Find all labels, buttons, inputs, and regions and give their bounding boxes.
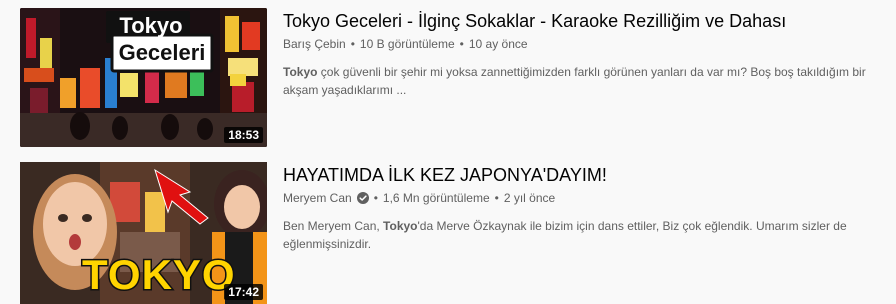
view-count: 1,6 Mn görüntüleme — [382, 191, 490, 205]
separator-dot: • — [373, 191, 378, 205]
description-highlight: Tokyo — [383, 219, 418, 233]
video-result[interactable]: Tokyo Geceleri 18:53 Tokyo Geceleri - İl… — [0, 8, 896, 150]
thumbnail-text-top: Tokyo — [119, 13, 183, 38]
video-title[interactable]: Tokyo Geceleri - İlginç Sokaklar - Karao… — [283, 8, 883, 34]
thumbnail-text: TOKYO — [81, 250, 237, 300]
video-info: HAYATIMDA İLK KEZ JAPONYA'DAYIM! Meryem … — [283, 162, 883, 253]
video-thumbnail[interactable]: Tokyo Geceleri 18:53 — [20, 8, 267, 147]
description-text: çok güvenli bir şehir mi yoksa zannettiğ… — [283, 65, 866, 97]
separator-dot: • — [350, 37, 355, 51]
video-thumbnail[interactable]: TOKYO 17:42 — [20, 162, 267, 304]
video-info: Tokyo Geceleri - İlginç Sokaklar - Karao… — [283, 8, 883, 99]
upload-age: 10 ay önce — [468, 37, 528, 51]
duration-badge: 17:42 — [224, 284, 263, 300]
video-title[interactable]: HAYATIMDA İLK KEZ JAPONYA'DAYIM! — [283, 162, 883, 188]
upload-age: 2 yıl önce — [503, 191, 556, 205]
channel-name[interactable]: Barış Çebin — [283, 35, 346, 53]
video-meta: Barış Çebin • 10 B görüntüleme • 10 ay ö… — [283, 35, 883, 53]
duration-badge: 18:53 — [224, 127, 263, 143]
video-description: Tokyo çok güvenli bir şehir mi yoksa zan… — [283, 63, 883, 99]
video-description: Ben Meryem Can, Tokyo'da Merve Özkaynak … — [283, 217, 883, 253]
verified-badge-icon — [356, 192, 369, 204]
channel-name[interactable]: Meryem Can — [283, 189, 352, 207]
view-count: 10 B görüntüleme — [359, 37, 455, 51]
description-text-pre: Ben Meryem Can, — [283, 219, 384, 233]
thumbnail-text-bottom: Geceleri — [118, 40, 206, 65]
description-highlight: Tokyo — [283, 65, 318, 79]
separator-dot: • — [494, 191, 499, 205]
separator-dot: • — [459, 37, 464, 51]
video-meta: Meryem Can • 1,6 Mn görüntüleme • 2 yıl … — [283, 189, 883, 207]
video-result[interactable]: TOKYO 17:42 HAYATIMDA İLK KEZ JAPONYA'DA… — [0, 162, 896, 304]
